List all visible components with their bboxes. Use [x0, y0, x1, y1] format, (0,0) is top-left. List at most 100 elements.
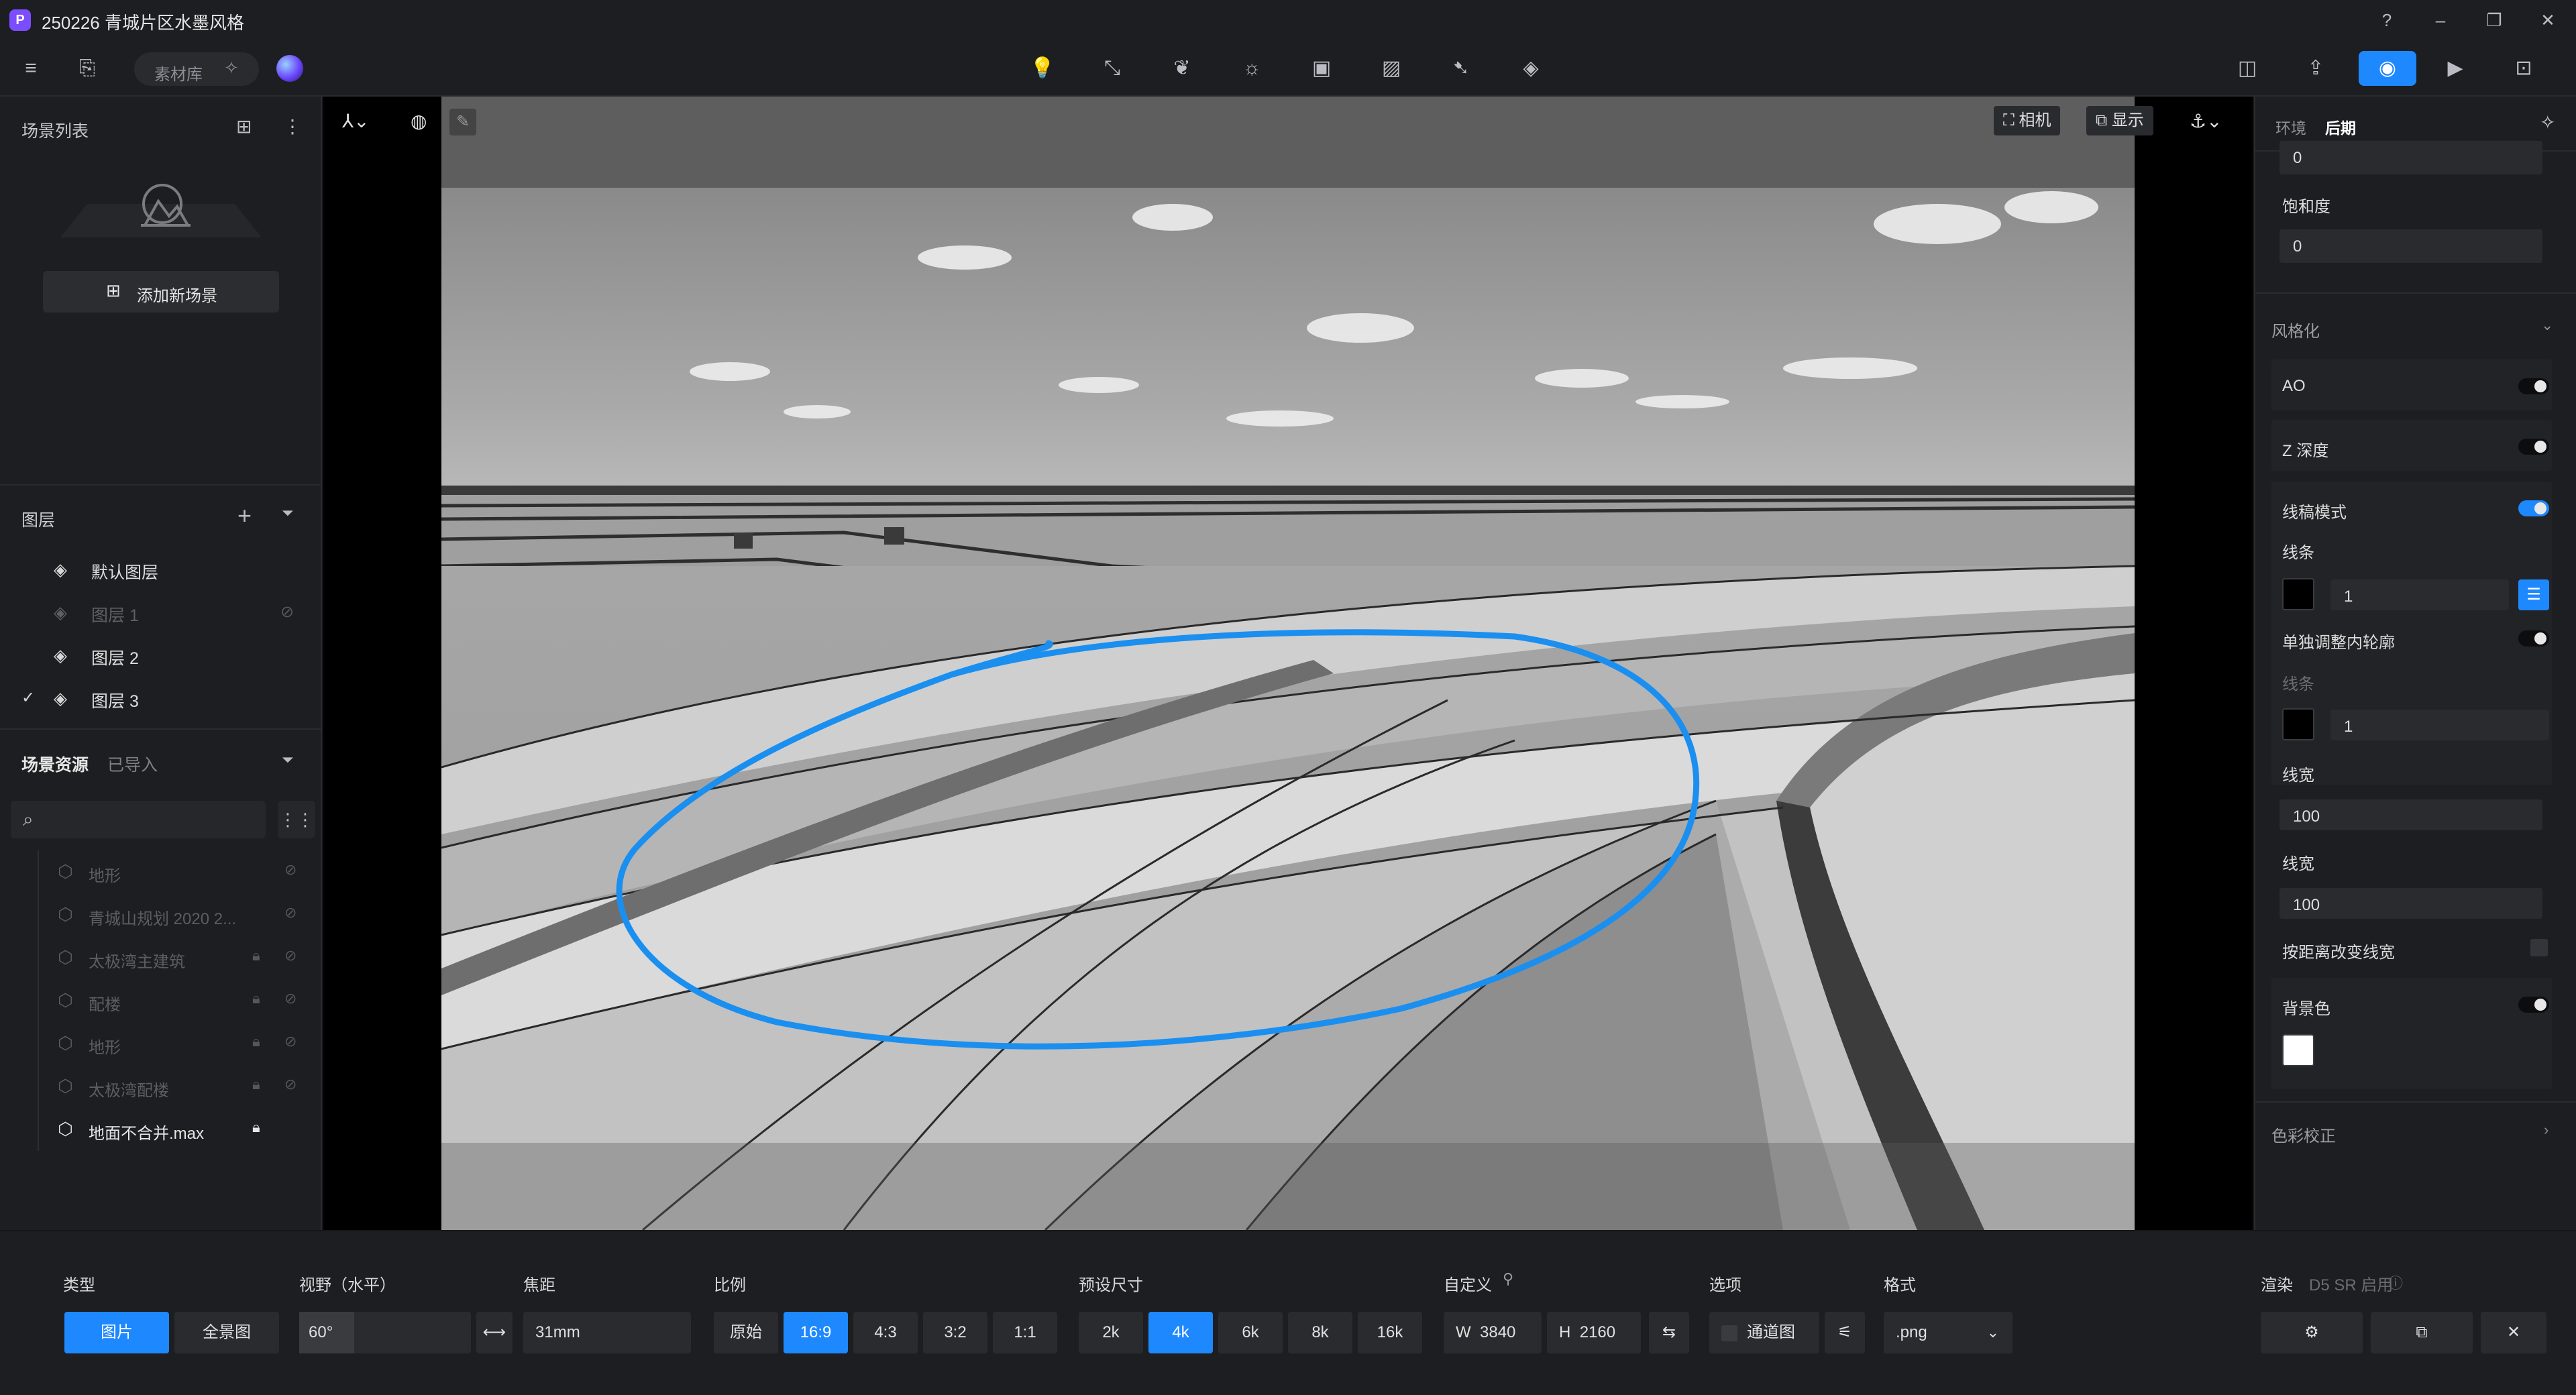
ratio-1-1-button[interactable]: 1:1: [993, 1312, 1057, 1353]
line-value-field-2[interactable]: 1: [2330, 710, 2549, 740]
display-button[interactable]: ⧉ 显示: [2086, 106, 2153, 135]
tab-post[interactable]: 后期: [2325, 115, 2356, 138]
flame-icon[interactable]: ☼: [1234, 51, 1269, 86]
settings-sliders-icon[interactable]: ⚟: [1825, 1312, 1865, 1353]
ratio-16-9-button[interactable]: 16:9: [784, 1312, 848, 1353]
bg-color-toggle[interactable]: [2518, 997, 2549, 1013]
ratio-original-button[interactable]: 原始: [714, 1312, 778, 1353]
line-color-swatch-2[interactable]: [2282, 708, 2314, 740]
texture-icon[interactable]: ▨: [1374, 51, 1409, 86]
preset-16k-button[interactable]: 16k: [1358, 1312, 1422, 1353]
import-icon[interactable]: ⎘: [70, 51, 105, 86]
asset-search-input[interactable]: ⌕: [11, 801, 266, 838]
ratio-3-2-button[interactable]: 3:2: [923, 1312, 987, 1353]
camera-view-button[interactable]: ⛶ 相机: [1994, 106, 2061, 135]
type-panorama-button[interactable]: 全景图: [174, 1312, 279, 1353]
fov-field[interactable]: 60°: [299, 1312, 471, 1353]
viewport[interactable]: ⅄⌄ ◍ ✎ ⛶ 相机 ⧉ 显示 ⚓⌄: [323, 97, 2253, 1230]
layer-row[interactable]: ◈ 默认图层: [0, 547, 321, 590]
focal-length-field[interactable]: 31mm: [523, 1312, 691, 1353]
eye-off-icon[interactable]: ⊘: [284, 947, 297, 964]
more-icon[interactable]: ⋮: [283, 115, 302, 137]
lock-icon[interactable]: 🔒︎: [252, 947, 260, 964]
help-icon[interactable]: ?: [2375, 8, 2399, 32]
lock-icon[interactable]: 🔒︎: [252, 1119, 260, 1136]
preset-8k-button[interactable]: 8k: [1288, 1312, 1352, 1353]
eye-off-icon[interactable]: ⊘: [284, 904, 297, 922]
asset-row[interactable]: ⬡ 太极湾主建筑 🔒︎ ⊘: [0, 936, 321, 979]
pointer-icon[interactable]: ➷: [1444, 51, 1479, 86]
eye-off-icon[interactable]: ⊘: [284, 990, 297, 1007]
tab-imported[interactable]: 已导入: [107, 752, 158, 776]
ratio-4-3-button[interactable]: 4:3: [853, 1312, 918, 1353]
camera-icon[interactable]: ◉: [2359, 51, 2416, 86]
video-icon[interactable]: ▶: [2438, 51, 2473, 86]
swap-icon[interactable]: ⇆: [1649, 1312, 1689, 1353]
bulb-icon[interactable]: 💡: [1025, 51, 1060, 86]
width-input[interactable]: W 3840: [1444, 1312, 1542, 1353]
axis-gizmo-icon[interactable]: ⅄⌄: [342, 110, 370, 132]
separate-contour-toggle[interactable]: [2518, 630, 2549, 647]
restore-icon[interactable]: ❐: [2482, 8, 2506, 32]
render-preview[interactable]: [441, 97, 2135, 1230]
height-input[interactable]: H 2160: [1547, 1312, 1641, 1353]
asset-row[interactable]: ⬡ 地形 ⊘: [0, 850, 321, 893]
minimize-icon[interactable]: –: [2428, 8, 2453, 32]
preset-4k-button[interactable]: 4k: [1148, 1312, 1213, 1353]
distance-width-checkbox[interactable]: [2530, 939, 2548, 956]
z-depth-toggle[interactable]: [2518, 439, 2549, 455]
channel-checkbox[interactable]: [1721, 1325, 1737, 1341]
adjust-icon[interactable]: ☰: [2518, 579, 2549, 610]
type-image-button[interactable]: 图片: [64, 1312, 169, 1353]
asset-row[interactable]: ⬡ 地形 🔒︎ ⊘: [0, 1022, 321, 1065]
saturation-field[interactable]: 0: [2279, 229, 2542, 263]
ao-toggle[interactable]: [2518, 378, 2549, 394]
asset-library-button[interactable]: 素材库 ✧: [134, 52, 259, 86]
layer-row[interactable]: ✓ ◈ 图层 3: [0, 676, 321, 719]
menu-icon[interactable]: ≡: [13, 51, 48, 86]
sparkle-icon[interactable]: ✧: [2540, 111, 2555, 133]
video-clip-icon[interactable]: ▣: [1304, 51, 1339, 86]
asset-row[interactable]: ⬡ 地面不合并.max 🔒︎: [0, 1108, 321, 1151]
top-value-field[interactable]: 0: [2279, 141, 2542, 174]
eyedropper-icon[interactable]: ✎: [449, 109, 476, 135]
tab-environment[interactable]: 环境: [2275, 115, 2306, 138]
chevron-right-icon[interactable]: ›: [2544, 1121, 2548, 1139]
fit-width-icon[interactable]: ⟷: [476, 1312, 513, 1353]
line-color-swatch[interactable]: [2282, 578, 2314, 610]
help-icon[interactable]: ⓘ: [2388, 1272, 2403, 1293]
eye-off-icon[interactable]: ⊘: [284, 1033, 297, 1050]
export-icon[interactable]: ⇪: [2298, 51, 2333, 86]
layers-icon[interactable]: ◈: [1513, 51, 1548, 86]
grid-view-icon[interactable]: ⋮⋮: [278, 801, 315, 838]
render-settings-icon[interactable]: ⚙: [2261, 1312, 2363, 1353]
navigation-icon[interactable]: ⚓⌄: [2190, 110, 2222, 132]
collapse-icon[interactable]: ⏷: [282, 751, 294, 769]
preset-2k-button[interactable]: 2k: [1079, 1312, 1143, 1353]
width-field[interactable]: 100: [2279, 799, 2542, 830]
add-scene-button[interactable]: ⊞ 添加新场景: [43, 271, 279, 313]
eye-off-icon[interactable]: ⊘: [284, 861, 297, 879]
asset-row[interactable]: ⬡ 太极湾配楼 🔒︎ ⊘: [0, 1065, 321, 1108]
chevron-down-icon[interactable]: ⌄: [2541, 317, 2553, 334]
tab-scene-assets[interactable]: 场景资源: [21, 752, 89, 776]
line-value-field[interactable]: 1: [2330, 579, 2509, 610]
leaf-icon[interactable]: ❦: [1165, 51, 1199, 86]
layer-row[interactable]: ◈ 图层 1 ⊘: [0, 590, 321, 633]
eye-off-icon[interactable]: ⊘: [280, 602, 294, 622]
gallery-icon[interactable]: ◫: [2230, 51, 2265, 86]
path-icon[interactable]: ⤡: [1095, 51, 1130, 86]
lock-icon[interactable]: 🔒︎: [252, 1076, 260, 1093]
format-select[interactable]: .png ⌄: [1884, 1312, 2012, 1353]
close-icon[interactable]: ✕: [2481, 1312, 2546, 1353]
close-icon[interactable]: ✕: [2536, 8, 2560, 32]
inbox-icon[interactable]: ⊡: [2506, 51, 2541, 86]
lock-icon[interactable]: 🔒︎: [252, 990, 260, 1007]
asset-row[interactable]: ⬡ 青城山规划 2020 2... ⊘: [0, 893, 321, 936]
eye-off-icon[interactable]: ⊘: [284, 1076, 297, 1093]
bg-color-swatch[interactable]: [2282, 1034, 2314, 1066]
collapse-icon[interactable]: ⏷: [282, 504, 294, 522]
add-scene-icon[interactable]: ⊞: [236, 115, 252, 137]
globe-icon[interactable]: ◍: [411, 110, 427, 132]
channel-map-option[interactable]: 通道图: [1709, 1312, 1819, 1353]
